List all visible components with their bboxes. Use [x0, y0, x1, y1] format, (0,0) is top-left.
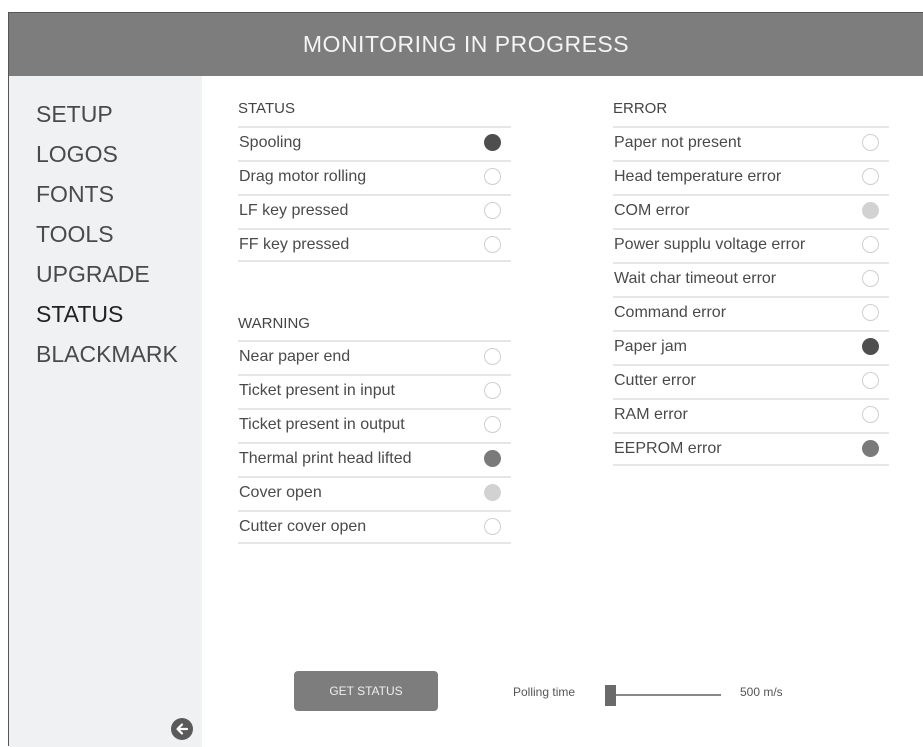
status-row: Power supplu voltage error [613, 228, 889, 262]
status-row: RAM error [613, 398, 889, 432]
status-row-label: Near paper end [239, 348, 351, 365]
status-row-label: Cover open [239, 484, 322, 501]
status-row-label: COM error [614, 202, 690, 219]
status-row: Paper jam [613, 330, 889, 364]
status-row-label: Power supplu voltage error [614, 236, 806, 253]
status-row-label: LF key pressed [239, 202, 349, 219]
status-row: Ticket present in input [238, 374, 511, 408]
get-status-button[interactable]: GET STATUS [294, 671, 438, 711]
status-row: Command error [613, 296, 889, 330]
status-row-label: Paper jam [614, 338, 687, 355]
status-row-label: Spooling [239, 134, 302, 151]
indicator-light-icon [484, 382, 501, 399]
page-title: MONITORING IN PROGRESS [9, 13, 923, 76]
status-row-label: Head temperature error [614, 168, 782, 185]
status-row: Head temperature error [613, 160, 889, 194]
sidebar-item-logos[interactable]: LOGOS [36, 134, 178, 174]
sidebar-item-status[interactable]: STATUS [36, 294, 178, 334]
indicator-light-icon [862, 270, 879, 287]
indicator-light-icon [862, 202, 879, 219]
indicator-light-icon [484, 416, 501, 433]
status-row-label: Cutter error [614, 372, 696, 389]
status-row-label: Drag motor rolling [239, 168, 367, 185]
warning-list: Near paper end Ticket present in input Tic… [238, 340, 511, 544]
polling-slider-handle[interactable] [605, 685, 616, 706]
polling-slider-track[interactable] [607, 694, 721, 696]
status-row: FF key pressed [238, 228, 511, 262]
indicator-light-icon [484, 202, 501, 219]
indicator-light-icon [862, 168, 879, 185]
indicator-light-icon [862, 236, 879, 253]
app-window: MONITORING IN PROGRESS SETUP LOGOS FONTS… [8, 12, 923, 747]
status-section-title: STATUS [238, 100, 295, 117]
status-row: Cutter cover open [238, 510, 511, 544]
status-row-label: Wait char timeout error [614, 270, 777, 287]
status-row: Cutter error [613, 364, 889, 398]
indicator-light-icon [862, 338, 879, 355]
indicator-light-icon [862, 304, 879, 321]
sidebar-item-fonts[interactable]: FONTS [36, 174, 178, 214]
sidebar-item-tools[interactable]: TOOLS [36, 214, 178, 254]
status-row-label: FF key pressed [239, 236, 350, 253]
status-row: COM error [613, 194, 889, 228]
status-row-label: EEPROM error [614, 440, 722, 457]
indicator-light-icon [862, 406, 879, 423]
error-section-title: ERROR [613, 100, 668, 117]
indicator-light-icon [484, 236, 501, 253]
indicator-light-icon [484, 168, 501, 185]
status-row-label: Ticket present in output [239, 416, 405, 433]
indicator-light-icon [862, 440, 879, 457]
indicator-light-icon [484, 348, 501, 365]
status-row-label: RAM error [614, 406, 688, 423]
status-list: Spooling Drag motor rolling LF key pressed… [238, 126, 511, 262]
polling-time-label: Polling time [513, 685, 576, 699]
status-row: Spooling [238, 126, 511, 160]
status-row: LF key pressed [238, 194, 511, 228]
sidebar: SETUP LOGOS FONTS TOOLS UPGRADE STATUS B… [9, 76, 202, 747]
status-row: Drag motor rolling [238, 160, 511, 194]
sidebar-item-upgrade[interactable]: UPGRADE [36, 254, 178, 294]
status-row: Near paper end [238, 340, 511, 374]
indicator-light-icon [862, 372, 879, 389]
sidebar-nav: SETUP LOGOS FONTS TOOLS UPGRADE STATUS B… [36, 94, 178, 374]
status-row-label: Command error [614, 304, 727, 321]
indicator-light-icon [484, 484, 501, 501]
status-row: Paper not present [613, 126, 889, 160]
back-button[interactable] [171, 718, 193, 740]
sidebar-item-setup[interactable]: SETUP [36, 94, 178, 134]
polling-time-value: 500 m/s [740, 685, 783, 699]
status-row-label: Ticket present in input [239, 382, 395, 399]
status-row: Thermal print head lifted [238, 442, 511, 476]
indicator-light-icon [484, 450, 501, 467]
indicator-light-icon [484, 518, 501, 535]
status-row: Ticket present in output [238, 408, 511, 442]
indicator-light-icon [484, 134, 501, 151]
status-row: EEPROM error [613, 432, 889, 466]
status-row-label: Paper not present [614, 134, 742, 151]
error-list: Paper not present Head temperature error C… [613, 126, 889, 466]
sidebar-item-blackmark[interactable]: BLACKMARK [36, 334, 178, 374]
status-row-label: Thermal print head lifted [239, 450, 412, 467]
indicator-light-icon [862, 134, 879, 151]
status-row-label: Cutter cover open [239, 518, 367, 535]
status-row: Cover open [238, 476, 511, 510]
status-row: Wait char timeout error [613, 262, 889, 296]
warning-section-title: WARNING [238, 315, 310, 332]
arrow-left-circle-icon [176, 723, 189, 735]
